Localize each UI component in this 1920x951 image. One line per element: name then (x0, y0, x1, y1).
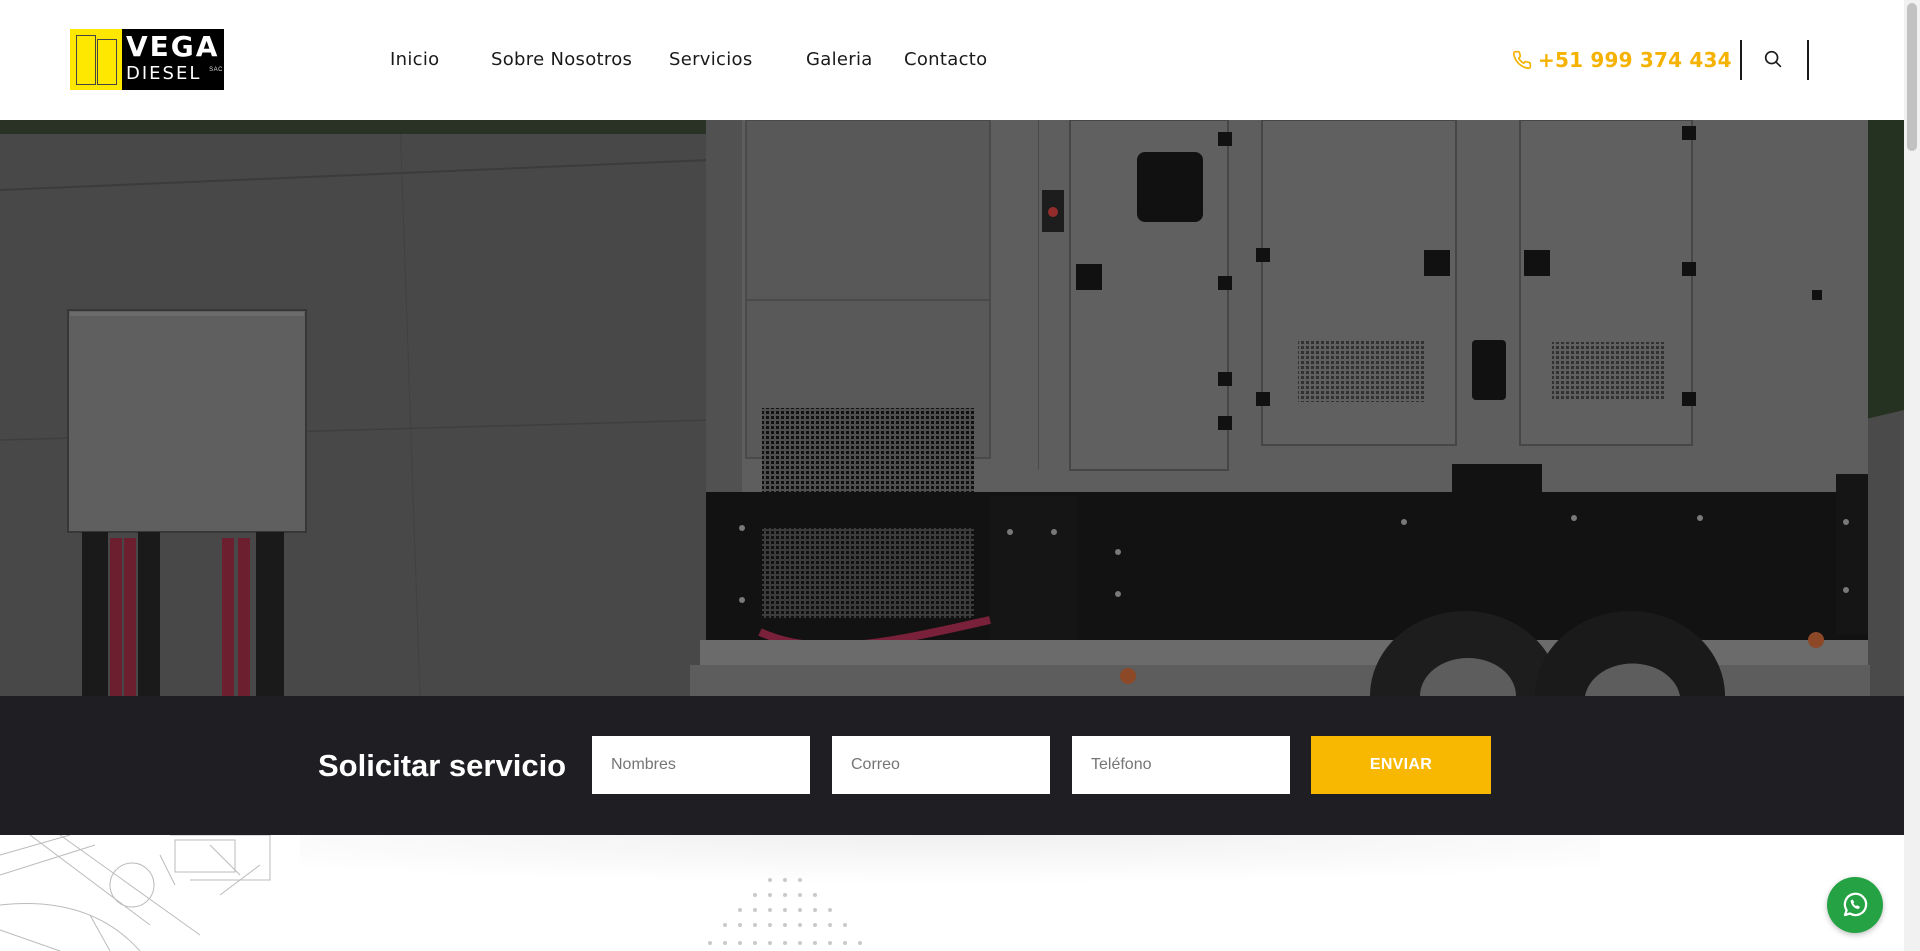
service-request-bar: Solicitar servicio ENVIAR (0, 696, 1904, 835)
whatsapp-button[interactable] (1827, 877, 1883, 933)
phone-icon (1512, 50, 1532, 70)
blueprint-decoration (0, 835, 1600, 951)
phone-input[interactable] (1072, 736, 1290, 794)
site-header: VEGA DIESEL SAC Inicio Sobre Nosotros Se… (0, 0, 1904, 120)
email-input[interactable] (832, 736, 1050, 794)
nav-item-servicios[interactable]: Servicios (669, 49, 753, 71)
phone-link[interactable]: +51 999 374 434 (1512, 48, 1732, 72)
hero-banner-image (0, 120, 1904, 696)
phone-number: +51 999 374 434 (1538, 48, 1732, 72)
nav-item-galeria[interactable]: Galeria (806, 49, 873, 71)
whatsapp-icon (1843, 892, 1868, 917)
search-icon (1764, 50, 1782, 68)
service-request-title: Solicitar servicio (318, 748, 567, 783)
scrollbar-thumb[interactable] (1907, 3, 1917, 151)
search-button[interactable] (1762, 48, 1784, 70)
logo-generator-icon (70, 29, 122, 90)
nav-item-sobre-nosotros[interactable]: Sobre Nosotros (491, 49, 632, 71)
page-scrollbar[interactable] (1904, 0, 1920, 951)
name-input[interactable] (592, 736, 810, 794)
logo-wordmark: VEGA DIESEL SAC (122, 29, 224, 90)
logo-text-vega: VEGA (126, 30, 220, 63)
logo-text-sac: SAC (209, 67, 223, 73)
content-section-top (0, 835, 1904, 951)
send-button[interactable]: ENVIAR (1311, 736, 1491, 794)
logo-text-diesel: DIESEL (126, 63, 202, 84)
hero-generator-illustration (0, 120, 1904, 696)
nav-item-contacto[interactable]: Contacto (904, 49, 987, 71)
vega-diesel-logo[interactable]: VEGA DIESEL SAC (70, 29, 224, 90)
header-divider-left (1740, 40, 1742, 80)
header-divider-right (1807, 40, 1809, 80)
nav-item-inicio[interactable]: Inicio (390, 49, 439, 71)
